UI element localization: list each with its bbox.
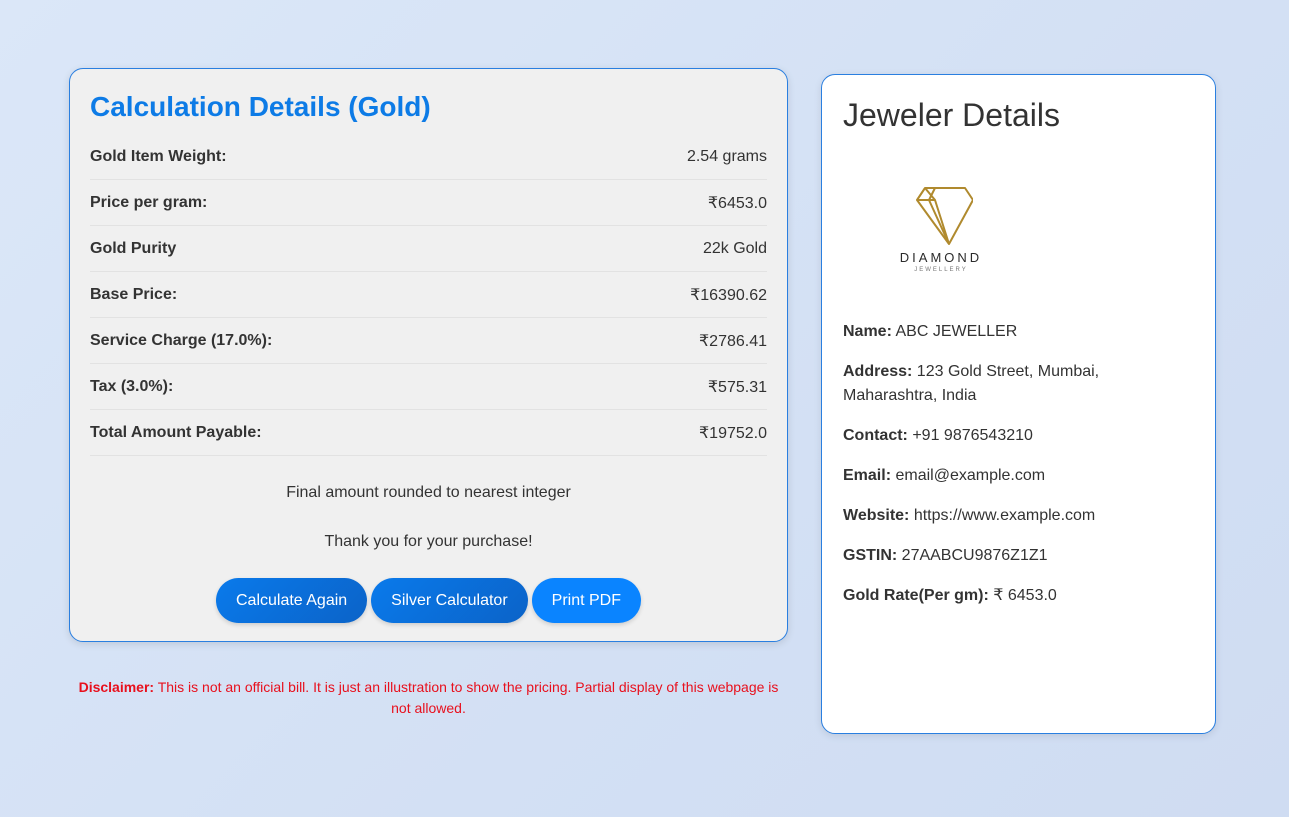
- field-value: https://www.example.com: [909, 507, 1096, 524]
- row-value: ₹2786.41: [698, 332, 767, 350]
- jeweler-logo: DIAMOND JEWELLERY: [891, 186, 1011, 296]
- row-label: Price per gram:: [90, 193, 208, 211]
- logo-main-text: DIAMOND: [899, 250, 983, 265]
- field-label: Gold Rate(Per gm):: [843, 587, 989, 604]
- field-value: 27AABCU9876Z1Z1: [897, 547, 1048, 564]
- diamond-icon: [916, 187, 973, 245]
- print-pdf-button[interactable]: Print PDF: [531, 578, 641, 623]
- row-tax: Tax (3.0%): ₹575.31: [90, 364, 767, 410]
- jeweler-info: Name: ABC JEWELLER Address: 123 Gold Str…: [843, 320, 1194, 608]
- row-value: ₹6453.0: [707, 194, 767, 212]
- field-label: Address:: [843, 363, 913, 380]
- jeweler-email: Email: email@example.com: [843, 464, 1194, 488]
- row-base-price: Base Price: ₹16390.62: [90, 272, 767, 318]
- field-value: email@example.com: [891, 467, 1046, 484]
- disclaimer: Disclaimer: This is not an official bill…: [69, 677, 788, 719]
- row-value: 2.54 grams: [686, 147, 767, 165]
- field-value: ABC JEWELLER: [891, 323, 1018, 340]
- field-label: Website:: [843, 507, 910, 524]
- calculation-title: Calculation Details (Gold): [90, 91, 431, 122]
- row-total: Total Amount Payable: ₹19752.0: [90, 410, 767, 456]
- row-label: Gold Item Weight:: [90, 147, 227, 165]
- row-value: ₹19752.0: [698, 424, 767, 442]
- jeweler-card: Jeweler Details DIAMOND JEWELLERY Name: …: [821, 74, 1216, 734]
- jeweler-gstin: GSTIN: 27AABCU9876Z1Z1: [843, 544, 1194, 568]
- jeweler-gold-rate: Gold Rate(Per gm): ₹ 6453.0: [843, 584, 1194, 608]
- jeweler-contact: Contact: +91 9876543210: [843, 424, 1194, 448]
- row-label: Base Price:: [90, 285, 178, 303]
- jeweler-title: Jeweler Details: [843, 97, 1060, 133]
- row-purity: Gold Purity 22k Gold: [90, 226, 767, 272]
- disclaimer-text: This is not an official bill. It is just…: [154, 679, 779, 716]
- rounding-note: Final amount rounded to nearest integer: [286, 484, 571, 501]
- row-weight: Gold Item Weight: 2.54 grams: [90, 134, 767, 180]
- row-label: Gold Purity: [90, 239, 177, 257]
- action-buttons: Calculate Again Silver Calculator Print …: [90, 578, 767, 623]
- field-value: +91 9876543210: [907, 427, 1033, 444]
- row-value: ₹575.31: [707, 378, 767, 396]
- calculation-card: Calculation Details (Gold) Gold Item Wei…: [69, 68, 788, 642]
- row-price-per-gram: Price per gram: ₹6453.0: [90, 180, 767, 226]
- jeweler-name: Name: ABC JEWELLER: [843, 320, 1194, 344]
- silver-calculator-button[interactable]: Silver Calculator: [371, 578, 528, 623]
- row-label: Tax (3.0%):: [90, 377, 174, 395]
- row-service-charge: Service Charge (17.0%): ₹2786.41: [90, 318, 767, 364]
- jeweler-website: Website: https://www.example.com: [843, 504, 1194, 528]
- jeweler-address: Address: 123 Gold Street, Mumbai, Mahara…: [843, 360, 1194, 408]
- disclaimer-label: Disclaimer:: [78, 679, 155, 695]
- row-label: Total Amount Payable:: [90, 423, 262, 441]
- field-label: Contact:: [843, 427, 908, 444]
- logo-sub-text: JEWELLERY: [914, 267, 968, 273]
- field-label: GSTIN:: [843, 547, 898, 564]
- thank-you-note: Thank you for your purchase!: [324, 533, 533, 550]
- calculation-table: Gold Item Weight: 2.54 grams Price per g…: [90, 134, 767, 456]
- field-value: ₹ 6453.0: [988, 587, 1057, 604]
- row-value: 22k Gold: [702, 239, 767, 257]
- row-value: ₹16390.62: [690, 286, 767, 304]
- field-label: Email:: [843, 467, 892, 484]
- row-label: Service Charge (17.0%):: [90, 331, 273, 349]
- field-label: Name:: [843, 323, 892, 340]
- calculate-again-button[interactable]: Calculate Again: [215, 578, 368, 623]
